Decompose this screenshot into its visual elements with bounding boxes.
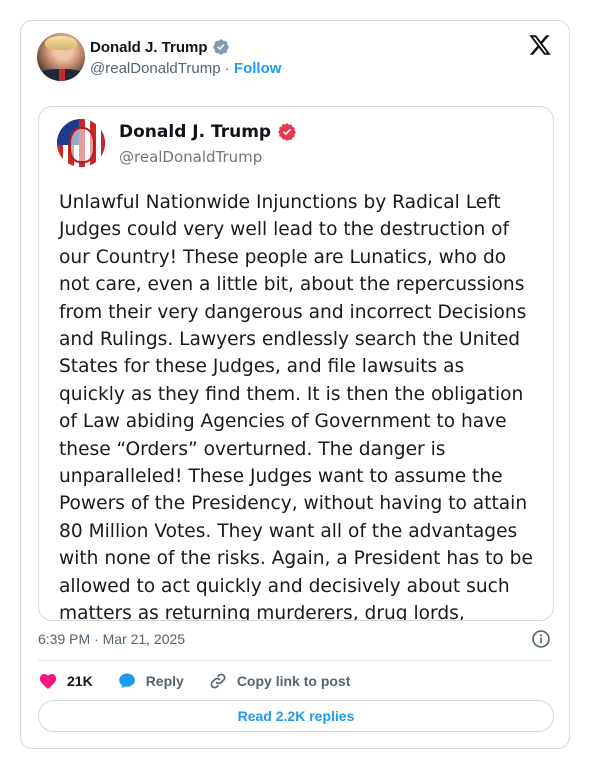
action-bar: 21K Reply Copy link to post <box>38 669 374 693</box>
divider <box>38 660 552 661</box>
author-avatar[interactable] <box>37 33 85 81</box>
reply-button[interactable]: Reply <box>117 671 184 691</box>
like-count: 21K <box>67 673 93 689</box>
reply-bubble-icon <box>118 673 135 689</box>
like-button[interactable]: 21K <box>38 671 93 691</box>
handle-separator: · <box>224 60 230 77</box>
embedded-author-name-row: Donald J. Trump <box>119 122 297 142</box>
author-name[interactable]: Donald J. Trump <box>90 39 208 56</box>
verified-badge-icon <box>212 39 229 55</box>
embedded-post-image[interactable]: Donald J. Trump @realDonaldTrump Unlawfu… <box>38 106 554 621</box>
read-replies-button[interactable]: Read 2.2K replies <box>38 700 554 732</box>
author-name-row[interactable]: Donald J. Trump <box>90 38 230 56</box>
info-icon[interactable] <box>531 629 551 649</box>
follow-link[interactable]: Follow <box>234 60 282 77</box>
copy-link-label: Copy link to post <box>236 673 351 689</box>
heart-icon <box>39 674 57 689</box>
tweet-card: Donald J. Trump @realDonaldTrump · Follo… <box>20 20 570 749</box>
embedded-author-name: Donald J. Trump <box>119 122 272 142</box>
post-timestamp[interactable]: 6:39 PM · Mar 21, 2025 <box>38 631 185 647</box>
x-logo-icon[interactable] <box>528 33 552 57</box>
embedded-post-text: Unlawful Nationwide Injunctions by Radic… <box>59 192 533 621</box>
embedded-author-handle: @realDonaldTrump <box>119 148 263 166</box>
reply-label: Reply <box>145 673 184 689</box>
author-handle-row: @realDonaldTrump · Follow <box>90 60 281 77</box>
link-icon <box>210 673 226 689</box>
embedded-author-avatar <box>57 119 105 167</box>
truth-verified-badge-icon <box>278 123 297 141</box>
copy-link-button[interactable]: Copy link to post <box>208 671 351 691</box>
author-handle[interactable]: @realDonaldTrump <box>90 60 221 77</box>
